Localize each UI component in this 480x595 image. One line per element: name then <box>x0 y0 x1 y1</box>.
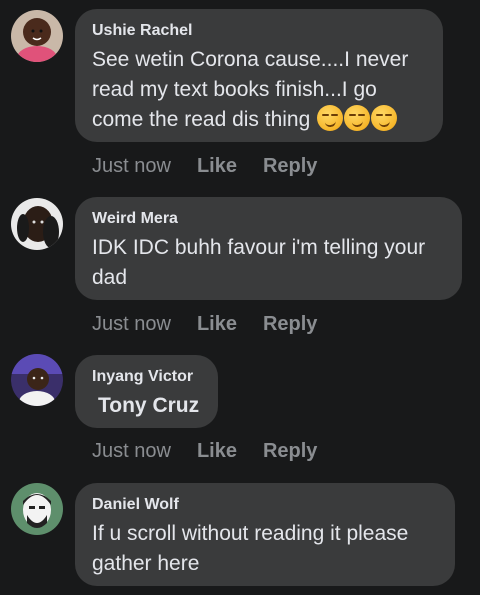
comment-author[interactable]: Daniel Wolf <box>92 495 438 515</box>
smirk-emoji-icon <box>344 105 371 131</box>
avatar[interactable] <box>11 354 63 406</box>
comment-timestamp: Just now <box>92 313 171 335</box>
comment-author[interactable]: Inyang Victor <box>92 367 201 387</box>
reply-button[interactable]: Reply <box>263 313 317 336</box>
comment-timestamp: Just now <box>92 155 171 177</box>
comment-text: If u scroll without reading it please ga… <box>92 522 415 575</box>
comment-actions: Just now Like Reply <box>92 313 317 336</box>
comment-author[interactable]: Ushie Rachel <box>92 21 426 41</box>
smirk-emoji-icon <box>371 105 398 131</box>
smirk-emoji-icon <box>317 105 344 131</box>
comment-bubble: Inyang Victor Tony Cruz <box>75 355 218 428</box>
comment-bubble: Daniel Wolf If u scroll without reading … <box>75 483 455 586</box>
avatar[interactable] <box>11 10 63 62</box>
comment-timestamp: Just now <box>92 440 171 462</box>
comment-bubble: Ushie Rachel See wetin Corona cause....I… <box>75 9 443 142</box>
like-button[interactable]: Like <box>197 313 237 336</box>
like-button[interactable]: Like <box>197 440 237 463</box>
comment-actions: Just now Like Reply <box>92 155 317 178</box>
avatar[interactable] <box>11 198 63 250</box>
comment-bubble: Weird Mera IDK IDC buhh favour i'm telli… <box>75 197 462 300</box>
like-button[interactable]: Like <box>197 155 237 178</box>
comment-actions: Just now Like Reply <box>92 440 317 463</box>
reply-button[interactable]: Reply <box>263 155 317 178</box>
comment-author[interactable]: Weird Mera <box>92 209 445 229</box>
avatar[interactable] <box>11 483 63 535</box>
comment-text: IDK IDC buhh favour i'm telling your dad <box>92 236 431 289</box>
reply-button[interactable]: Reply <box>263 440 317 463</box>
comment-text: See wetin Corona cause....I never read m… <box>92 48 415 131</box>
comment-text: Tony Cruz <box>98 394 200 417</box>
